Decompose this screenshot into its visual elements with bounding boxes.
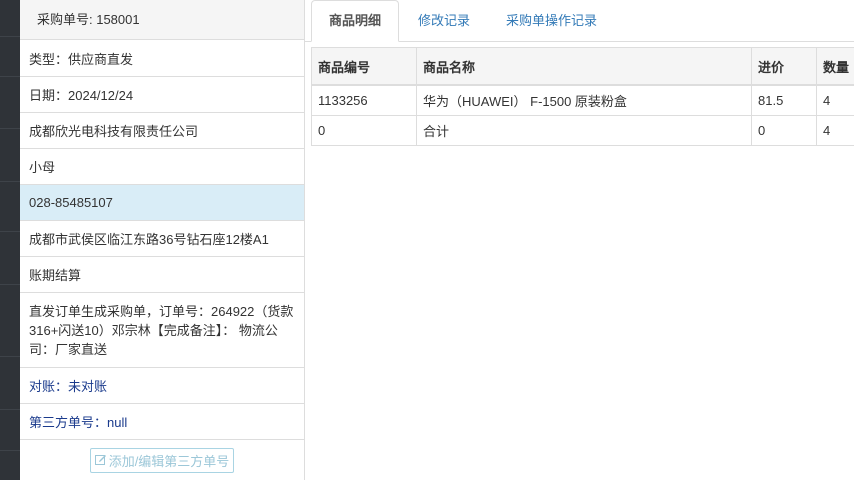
tab-modify-history[interactable]: 修改记录 xyxy=(401,0,487,41)
column-header[interactable]: 商品名称 xyxy=(416,47,752,86)
payment-terms: 账期结算 xyxy=(20,257,304,293)
product-table-wrap: 商品编号 商品名称 进价 数量 1133256 华为（HUAWEI） F-150… xyxy=(311,47,854,146)
order-date: 日期：2024/12/24 xyxy=(20,77,304,113)
quantity-cell: 4 xyxy=(816,84,854,116)
product-name-cell: 合计 xyxy=(416,115,752,146)
price-cell: 0 xyxy=(751,115,817,146)
contact-phone[interactable]: 028-85485107 xyxy=(20,185,304,221)
reconcile-status: 对账：未对账 xyxy=(20,368,304,404)
edit-button-row: 添加/编辑第三方单号 xyxy=(20,440,304,480)
column-header[interactable]: 数量 xyxy=(816,47,854,86)
detail-panel: 商品明细 修改记录 采购单操作记录 商品编号 商品名称 进价 数量 113325… xyxy=(305,0,854,480)
tab-bar: 商品明细 修改记录 采购单操作记录 xyxy=(305,0,854,42)
sidebar-strip xyxy=(0,0,20,480)
tab-product-detail[interactable]: 商品明细 xyxy=(311,0,400,42)
table-row[interactable]: 1133256 华为（HUAWEI） F-1500 原装粉盒 81.5 4 xyxy=(311,84,854,116)
product-code-cell: 0 xyxy=(311,115,417,146)
edit-third-party-button[interactable]: 添加/编辑第三方单号 xyxy=(89,447,235,473)
order-type: 类型：供应商直发 xyxy=(20,40,304,77)
contact-name: 小母 xyxy=(20,149,304,185)
column-header[interactable]: 商品编号 xyxy=(311,47,417,86)
product-code-cell: 1133256 xyxy=(311,84,417,116)
product-name-cell: 华为（HUAWEI） F-1500 原装粉盒 xyxy=(416,84,752,116)
order-info-panel: 采购单号: 158001 类型：供应商直发 日期：2024/12/24 成都欣光… xyxy=(20,0,305,480)
edit-icon xyxy=(94,455,106,465)
product-table: 商品编号 商品名称 进价 数量 1133256 华为（HUAWEI） F-150… xyxy=(311,47,854,146)
quantity-cell: 4 xyxy=(816,115,854,146)
purchase-order-detail: 采购单号: 158001 类型：供应商直发 日期：2024/12/24 成都欣光… xyxy=(0,0,854,480)
order-remark: 直发订单生成采购单，订单号：264922（货款316+闪送10）邓宗林【完成备注… xyxy=(20,293,304,368)
supplier-address: 成都市武侯区临江东路36号钻石座12楼A1 xyxy=(20,221,304,257)
tab-operation-log[interactable]: 采购单操作记录 xyxy=(489,0,614,41)
column-header[interactable]: 进价 xyxy=(751,47,817,86)
table-header-row: 商品编号 商品名称 进价 数量 xyxy=(311,47,854,86)
supplier-name: 成都欣光电科技有限责任公司 xyxy=(20,113,304,149)
third-party-number: 第三方单号：null xyxy=(20,404,304,440)
table-total-row: 0 合计 0 4 xyxy=(311,115,854,146)
price-cell: 81.5 xyxy=(751,84,817,116)
order-number-header: 采购单号: 158001 xyxy=(20,0,304,40)
edit-third-party-label: 添加/编辑第三方单号 xyxy=(108,453,230,469)
